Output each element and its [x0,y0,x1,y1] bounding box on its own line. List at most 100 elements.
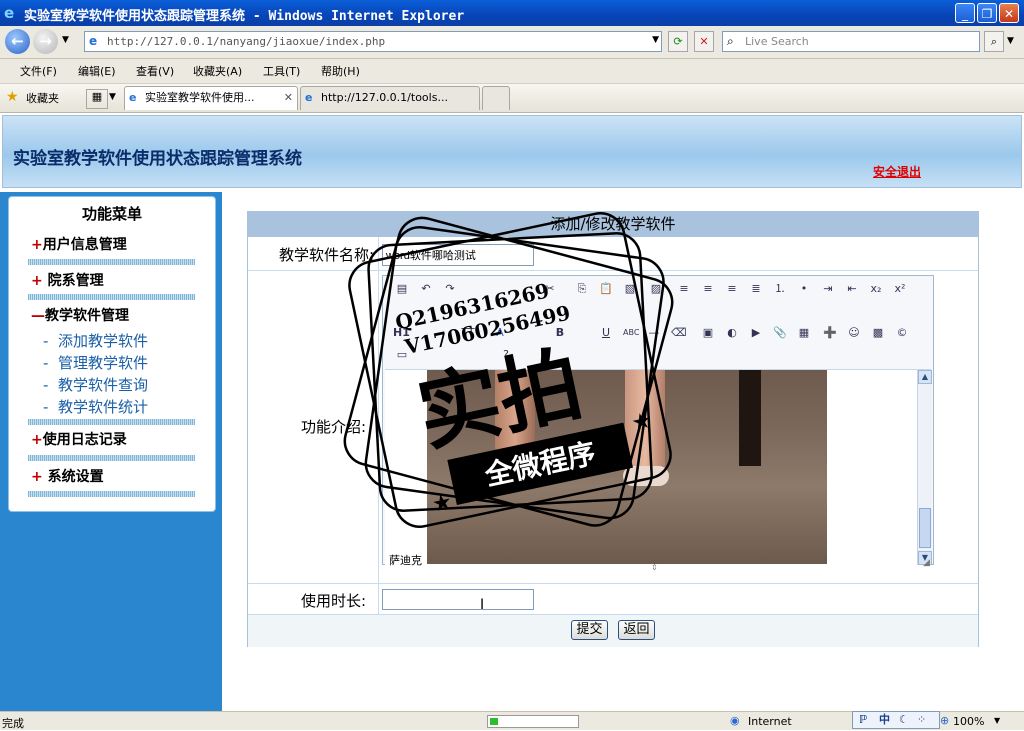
outdent-icon[interactable]: ⇤ [845,282,859,296]
align-left-icon[interactable]: ≡ [677,282,691,296]
minimize-button[interactable]: _ [955,3,975,23]
code-icon[interactable]: © [895,326,909,340]
cut-icon[interactable]: ✂ [543,282,557,296]
new-tab-button[interactable] [482,86,510,110]
menu-item-manage-software[interactable]: - 管理教学软件 [43,352,148,373]
numbered-list-icon[interactable]: ⒈ [773,282,787,296]
paste-word-icon[interactable]: ▨ [649,282,663,296]
ime-toolbar[interactable]: ℙ 中 ☾ ⁘ [852,711,940,729]
menu-item-stats-software[interactable]: - 教学软件统计 [43,396,148,417]
fullscreen-icon[interactable]: ▭ [395,348,409,362]
refresh-button[interactable]: ⟳ [668,31,688,52]
align-center-icon[interactable]: ≡ [701,282,715,296]
menu-item-query-software[interactable]: - 教学软件查询 [43,374,148,395]
insert-row-icon[interactable]: ➕ [823,326,837,340]
search-box[interactable]: ⌕ Live Search [722,31,980,52]
address-dropdown-icon[interactable]: ▼ [652,35,659,45]
menu-file[interactable]: 文件(F) [20,63,57,79]
punctuation-icon[interactable]: ⁘ [917,712,926,728]
flash-icon[interactable]: ◐ [725,326,739,340]
editor-content-area[interactable]: 萨迪克 ▲ ▼ [385,369,932,567]
favorites-star-icon[interactable]: ★ [6,89,19,105]
source-icon[interactable]: ▤ [395,282,409,296]
indent-icon[interactable]: ⇥ [821,282,835,296]
scrollbar-thumb[interactable] [919,508,931,548]
picture-icon[interactable]: ▩ [871,326,885,340]
bold-icon[interactable]: B [553,326,567,340]
corner-resize-icon[interactable]: ◢ [923,558,930,568]
menu-help[interactable]: 帮助(H) [321,63,360,79]
scroll-up-icon[interactable]: ▲ [918,370,932,384]
main-content: 添加/修改教学软件 教学软件名称: 功能介绍: ▤ ↶ ↷ ✂ ⎘ 📋 ▧ ▨ … [222,192,1024,711]
paste-text-icon[interactable]: ▧ [623,282,637,296]
paste-icon[interactable]: 📋 [599,282,613,296]
font-size-icon[interactable]: TT [461,326,475,340]
menu-group-users[interactable]: +用户信息管理 [31,234,127,254]
menu-item-add-software[interactable]: - 添加教学软件 [43,330,148,351]
superscript-icon[interactable]: x² [893,282,907,296]
search-options-icon[interactable]: ▼ [1007,36,1014,46]
emoticon-icon[interactable]: ☺ [847,326,861,340]
maximize-button[interactable]: ❐ [977,3,997,23]
logout-link[interactable]: 安全退出 [873,163,921,180]
justify-icon[interactable]: ≣ [749,282,763,296]
moon-icon[interactable]: ☾ [899,712,909,728]
heading-icon[interactable]: H1 [393,326,410,340]
bullet-list-icon[interactable]: • [797,282,811,296]
zoom-level[interactable]: 100% [953,715,984,728]
menu-edit[interactable]: 编辑(E) [78,63,116,79]
menu-view[interactable]: 查看(V) [136,63,174,79]
menu-favorites[interactable]: 收藏夹(A) [193,63,242,79]
menu-group-software[interactable]: —教学软件管理 [31,305,129,325]
ime-mode[interactable]: 中 [879,712,890,728]
close-window-button[interactable]: ✕ [999,3,1019,23]
menu-group-logs[interactable]: +使用日志记录 [31,429,127,449]
rich-text-editor[interactable]: ▤ ↶ ↷ ✂ ⎘ 📋 ▧ ▨ ≡ ≡ ≡ ≣ ⒈ • ⇥ ⇤ x₂ x² H1 [382,275,934,572]
menu-group-departments[interactable]: + 院系管理 [31,270,104,290]
horizontal-rule-icon[interactable]: — [647,326,661,340]
history-dropdown-icon[interactable]: ▼ [62,35,69,45]
software-name-input[interactable] [382,244,534,266]
editor-scrollbar[interactable]: ▲ ▼ [917,370,932,565]
media-icon[interactable]: ▶ [749,326,763,340]
security-zone: Internet [748,715,792,728]
copy-icon[interactable]: ⎘ [575,282,589,296]
strikethrough-icon[interactable]: ABC [623,326,639,340]
menu-divider [28,419,195,425]
web-page: 实验室教学软件使用状态跟踪管理系统 安全退出 功能菜单 +用户信息管理 + 院系… [0,113,1024,711]
menu-tools[interactable]: 工具(T) [263,63,300,79]
image-insert-icon[interactable]: ▣ [701,326,715,340]
stop-button[interactable]: ✕ [694,31,714,52]
duration-input[interactable] [382,589,534,610]
tab-second[interactable]: e http://127.0.0.1/tools... [300,86,480,110]
menu-item-label: 管理教学软件 [57,354,148,372]
back-button-form[interactable]: 返回 [618,620,655,640]
search-go-button[interactable]: ⌕ [984,31,1004,52]
back-button[interactable]: ← [5,29,30,54]
eraser-icon[interactable]: ⌫ [671,326,687,340]
window-title: 实验室教学软件使用状态跟踪管理系统 - Windows Internet Exp… [24,9,465,24]
table-icon[interactable]: ▦ [797,326,811,340]
intro-label: 功能介绍: [300,418,366,436]
menu-group-settings[interactable]: + 系统设置 [31,466,104,486]
resize-grip-icon[interactable]: ⇕ [651,564,658,572]
zoom-icon[interactable]: ⊕ [940,714,949,727]
align-right-icon[interactable]: ≡ [725,282,739,296]
forward-button[interactable]: → [33,29,58,54]
tab-current[interactable]: e 实验室教学软件使用... ✕ [124,86,298,110]
redo-icon[interactable]: ↷ [443,282,457,296]
address-bar[interactable]: e http://127.0.0.1/nanyang/jiaoxue/index… [84,31,662,52]
zoom-dropdown-icon[interactable]: ▼ [994,716,1000,725]
underline-icon[interactable]: U [599,326,613,340]
favorites-label[interactable]: 收藏夹 [26,90,59,106]
attachment-icon[interactable]: 📎 [773,326,787,340]
help-icon[interactable]: ? [499,348,513,362]
quick-tabs-icon[interactable]: ▦ [86,89,108,109]
submit-button[interactable]: 提交 [571,620,608,640]
subscript-icon[interactable]: x₂ [869,282,883,296]
font-color-icon[interactable]: A [493,326,507,340]
embedded-photo [427,370,827,564]
tab-close-icon[interactable]: ✕ [284,87,293,109]
undo-icon[interactable]: ↶ [419,282,433,296]
tab-list-dropdown-icon[interactable]: ▼ [109,92,116,102]
